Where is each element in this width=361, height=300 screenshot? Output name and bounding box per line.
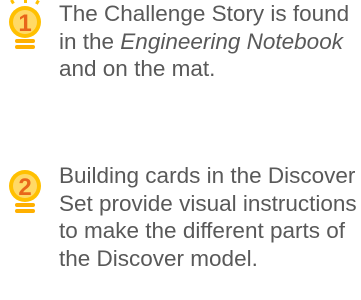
lightbulb-icon: 2 (2, 164, 50, 224)
callout-text: The Challenge Story is found in the Engi… (59, 1, 350, 81)
lightbulb-icon: 1 (2, 0, 50, 60)
callout-number: 1 (18, 10, 31, 37)
callout-number: 2 (18, 174, 31, 201)
callout-text: Building cards in the Discover Set provi… (59, 163, 357, 271)
